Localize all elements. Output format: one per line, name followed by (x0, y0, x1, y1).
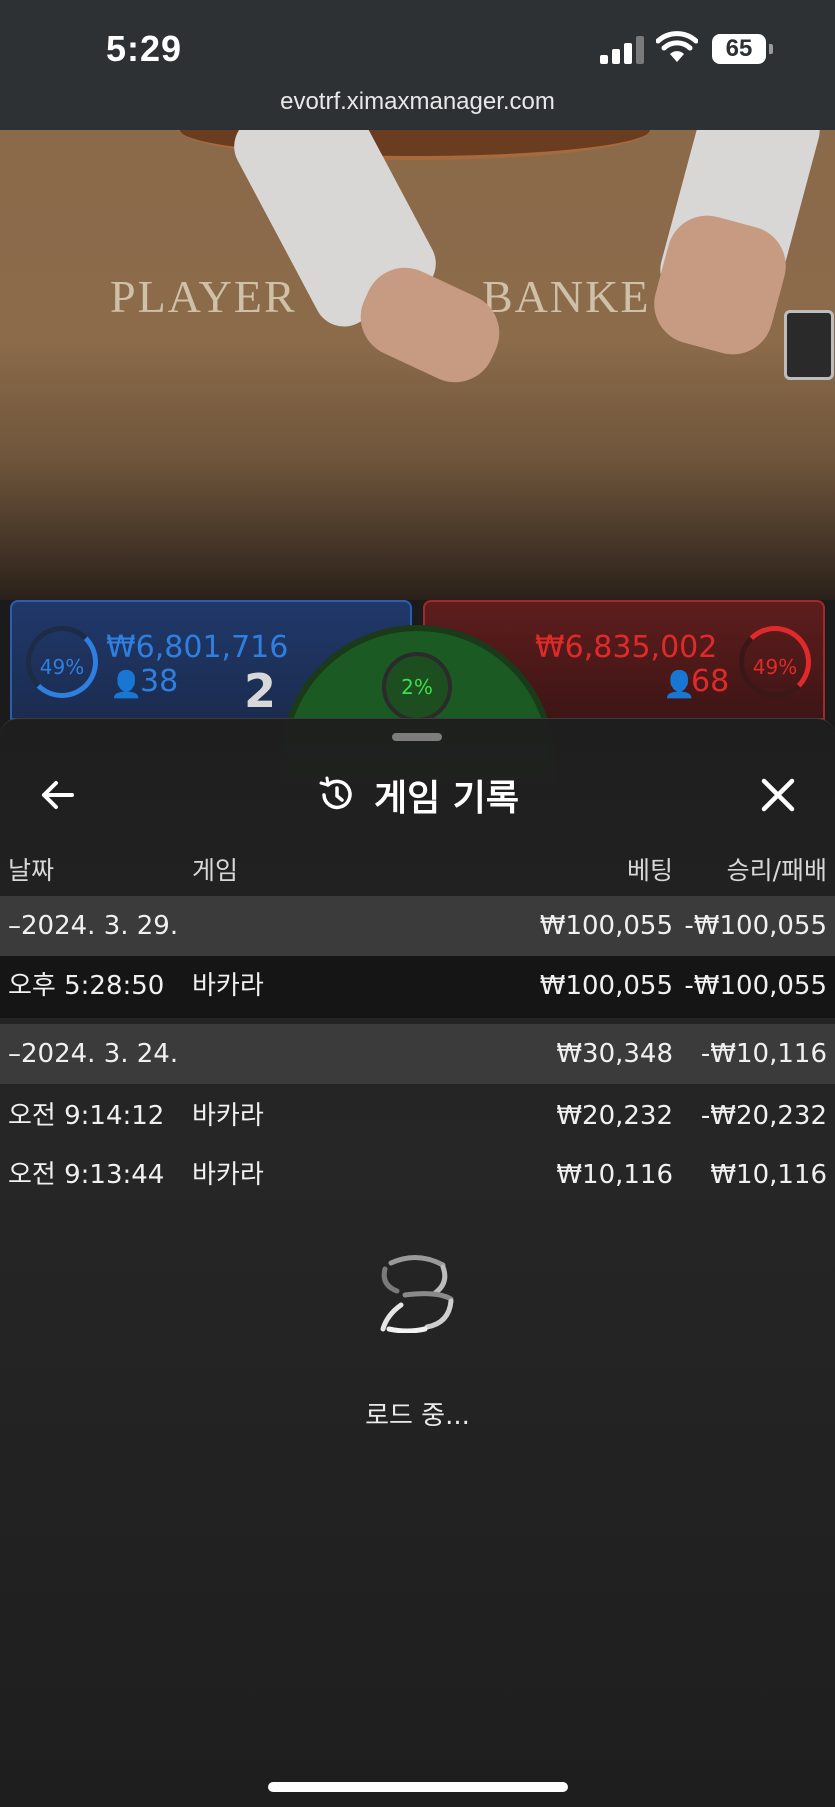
column-header-game[interactable]: 게임 (192, 851, 238, 887)
row-date: –2024. 3. 29. (8, 911, 179, 941)
card-shoe (784, 310, 834, 380)
tie-percent-ring: 2% (382, 652, 452, 722)
wifi-icon (656, 31, 698, 62)
home-indicator[interactable] (268, 1782, 568, 1792)
status-time: 5:29 (106, 28, 183, 69)
row-bet: ₩100,055 (539, 971, 673, 1001)
column-header-winloss[interactable]: 승리/패배 (727, 851, 827, 887)
row-game: 바카라 (192, 1101, 264, 1131)
history-date-row[interactable]: –2024. 3. 24. ₩30,348 -₩10,116 (0, 1024, 835, 1084)
cellular-signal-icon (600, 36, 644, 64)
banker-percent-ring: 49% (739, 626, 811, 698)
arrow-left-icon[interactable] (34, 771, 82, 819)
browser-url[interactable]: evotrf.ximaxmanager.com (0, 88, 835, 116)
row-bet: ₩20,232 (556, 1101, 673, 1131)
row-winloss: -₩20,232 (700, 1101, 827, 1131)
person-icon: 👤 (110, 670, 143, 700)
column-header-date[interactable]: 날짜 (8, 851, 54, 887)
battery-indicator: 65 (712, 34, 773, 64)
row-bet: ₩10,116 (556, 1160, 673, 1190)
row-bet: ₩100,055 (539, 911, 673, 941)
history-row[interactable]: 오전 9:13:44 바카라 ₩10,116 ₩10,116 (0, 1145, 835, 1205)
status-bar: 5:29 65 evotrf.ximaxmanager.com (0, 0, 835, 130)
row-bet: ₩30,348 (556, 1039, 673, 1069)
close-icon[interactable] (752, 769, 804, 821)
row-game: 바카라 (192, 971, 264, 1001)
banker-amount: ₩6,835,002 (535, 630, 718, 665)
game-history-sheet: 게임 기록 날짜 게임 베팅 승리/패배 –2024. 3. 29. ₩100,… (0, 718, 835, 1807)
loading-text: 로드 중... (365, 1401, 470, 1431)
table-label-player: PLAYER (110, 271, 297, 322)
row-time: 오전 9:14:12 (8, 1101, 165, 1131)
row-winloss: -₩100,055 (684, 911, 827, 941)
player-score: 2 (244, 664, 277, 718)
sheet-drag-handle[interactable] (392, 733, 442, 741)
history-row[interactable]: 오전 9:14:12 바카라 ₩20,232 -₩20,232 (0, 1086, 835, 1146)
row-winloss: -₩10,116 (700, 1039, 827, 1069)
player-bettors: 38 (140, 664, 179, 699)
row-time: 오전 9:13:44 (8, 1160, 165, 1190)
live-video: PLAYER BANKE (0, 130, 835, 600)
sheet-title: 게임 기록 (374, 778, 520, 819)
table-label-banker: BANKE (482, 271, 651, 322)
row-date: –2024. 3. 24. (8, 1039, 179, 1069)
banker-bettors: 68 (691, 664, 730, 699)
row-winloss: ₩10,116 (710, 1160, 827, 1190)
player-percent-ring: 49% (26, 626, 98, 698)
sheet-header: 게임 기록 (316, 765, 519, 825)
loading-spinner-icon (380, 1255, 454, 1333)
column-header-bet[interactable]: 베팅 (627, 851, 673, 887)
history-row[interactable]: 오후 5:28:50 바카라 ₩100,055 -₩100,055 (0, 956, 835, 1018)
row-game: 바카라 (192, 1160, 264, 1190)
player-amount: ₩6,801,716 (106, 630, 289, 665)
history-icon (319, 776, 352, 810)
history-date-row[interactable]: –2024. 3. 29. ₩100,055 -₩100,055 (0, 896, 835, 956)
row-winloss: -₩100,055 (684, 971, 827, 1001)
row-time: 오후 5:28:50 (8, 971, 165, 1001)
